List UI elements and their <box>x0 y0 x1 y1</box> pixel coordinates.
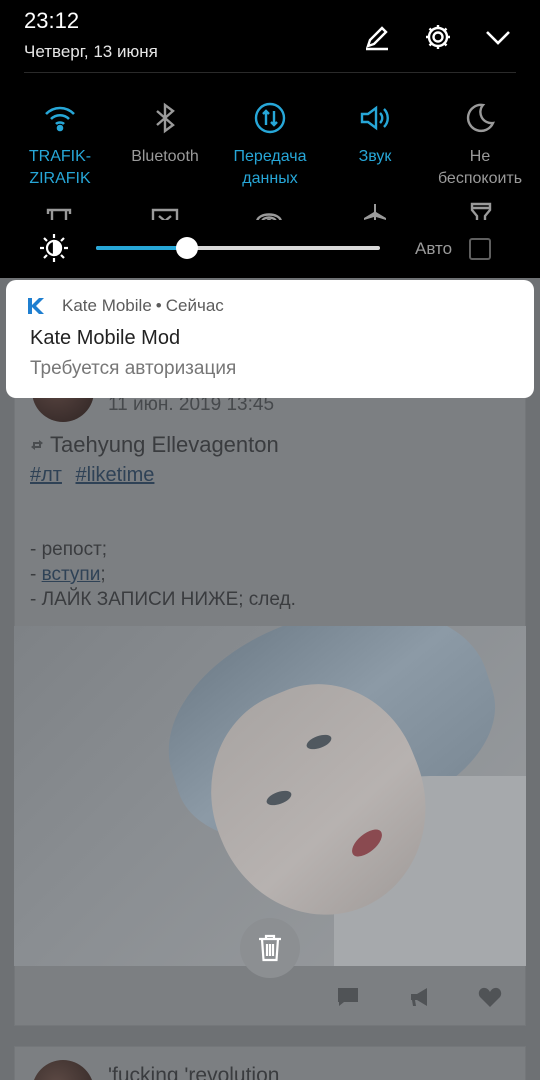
post-text-suffix: ; <box>100 564 106 585</box>
tile-row2-1[interactable] <box>44 200 84 220</box>
wifi-icon <box>45 106 75 132</box>
rotation-lock-icon <box>46 208 72 220</box>
tile-row2-2[interactable] <box>150 200 190 220</box>
share-icon[interactable] <box>408 986 432 1008</box>
tile-bluetooth[interactable]: Bluetooth <box>111 100 219 168</box>
next-post-title: 'fucking 'revolution <box>108 1064 280 1080</box>
tile-wifi[interactable]: TRAFIK- ZIRAFIK <box>6 100 114 190</box>
post-text-line: - ЛАЙК ЗАПИСИ НИЖЕ; след. <box>30 589 296 610</box>
notification-body: Требуется авторизация <box>30 358 237 379</box>
clock: 23:12 <box>24 8 80 33</box>
chevron-down-icon <box>486 31 510 45</box>
post-photo[interactable] <box>14 626 526 966</box>
post-text-line: - репост; <box>30 539 108 560</box>
mobile-data-icon <box>254 102 286 134</box>
tile-row2-4[interactable] <box>360 200 400 220</box>
notification-app-line: Kate Mobile • Сейчас <box>62 296 224 316</box>
flashlight-icon <box>470 202 492 220</box>
tile-label: Bluetooth <box>131 148 199 165</box>
brightness-icon <box>40 234 68 262</box>
tile-label: Не беспокоить <box>437 148 523 187</box>
tag-link[interactable]: #liketime <box>76 464 155 486</box>
kate-mobile-logo-icon <box>28 298 44 314</box>
tile-row2-3[interactable] <box>254 200 294 220</box>
post-text-line: - вступи; <box>30 562 296 587</box>
post-actions <box>14 972 526 1020</box>
join-link[interactable]: вступи <box>42 564 101 585</box>
sound-icon <box>360 105 389 131</box>
edit-button[interactable] <box>360 20 394 54</box>
brightness-slider-fill <box>96 246 187 250</box>
gear-icon <box>426 25 450 49</box>
post-text: - репост; - вступи; - ЛАЙК ЗАПИСИ НИЖЕ; … <box>30 537 296 612</box>
bluetooth-icon <box>156 102 175 134</box>
comment-icon[interactable] <box>336 986 360 1008</box>
date: Четверг, 13 июня <box>24 42 158 61</box>
header-divider <box>24 72 516 73</box>
tile-label: Передача данных <box>233 148 307 187</box>
tile-mobile-data[interactable]: Передача данных <box>216 100 324 190</box>
notification-title: Kate Mobile Mod <box>30 327 181 349</box>
tile-label: Звук <box>358 148 392 165</box>
post-author-name: Taehyung Ellevagenton <box>50 432 279 457</box>
settings-button[interactable] <box>421 20 455 54</box>
airplane-icon <box>364 204 386 220</box>
trash-icon <box>259 934 281 962</box>
notification-shade: 23:12 Четверг, 13 июня TRAFIK- ZIRAFIK B… <box>0 0 540 278</box>
post-text-prefix: - <box>30 564 42 585</box>
brightness-slider-thumb[interactable] <box>175 237 198 259</box>
auto-brightness-label: Авто <box>415 239 453 258</box>
notification-app-name: Kate Mobile <box>62 296 152 315</box>
moon-icon <box>466 103 495 133</box>
collapse-button[interactable] <box>481 20 515 54</box>
tile-sound[interactable]: Звук <box>321 100 429 168</box>
delete-button[interactable] <box>240 918 300 978</box>
heart-icon[interactable] <box>478 986 502 1008</box>
tile-row2-5[interactable] <box>466 200 506 220</box>
post-author[interactable]: Taehyung Ellevagenton <box>30 432 279 458</box>
separator-dot: • <box>155 296 162 315</box>
tile-do-not-disturb[interactable]: Не беспокоить <box>426 100 534 190</box>
screenshot-icon <box>151 208 179 220</box>
post-tags: #лт #liketime <box>30 464 162 487</box>
auto-brightness-checkbox[interactable] <box>469 238 491 260</box>
hotspot-icon <box>256 213 282 220</box>
pencil-edit-icon <box>366 26 388 51</box>
notification-time: Сейчас <box>165 296 224 315</box>
tag-link[interactable]: #лт <box>30 464 62 486</box>
repost-icon <box>31 440 43 450</box>
tile-label: TRAFIK- ZIRAFIK <box>28 148 92 187</box>
